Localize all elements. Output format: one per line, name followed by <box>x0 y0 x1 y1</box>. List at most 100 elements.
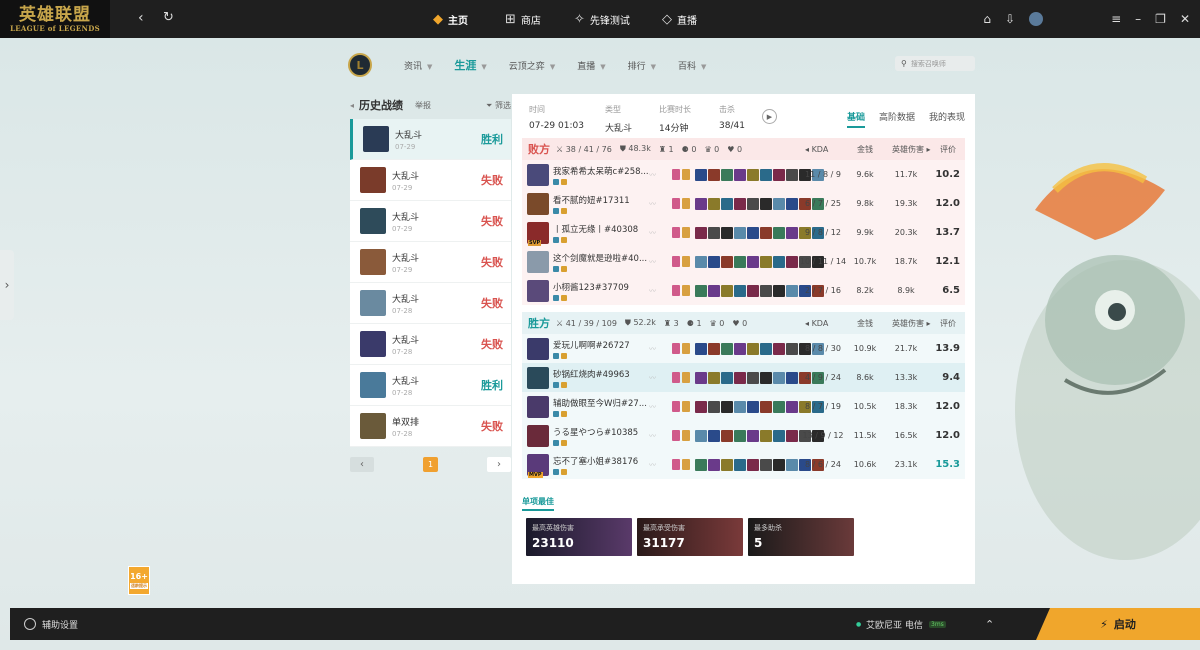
spell-icon[interactable] <box>682 169 690 180</box>
rune-icon[interactable] <box>672 285 680 296</box>
item-icon[interactable] <box>773 226 785 239</box>
champion-avatar[interactable] <box>527 250 549 273</box>
side-expand-button[interactable]: › <box>0 250 14 320</box>
champion-avatar[interactable] <box>527 395 549 418</box>
item-icon[interactable] <box>734 371 746 384</box>
item-icon[interactable] <box>786 400 798 413</box>
damage-header[interactable]: 英雄伤害 ▸ <box>892 318 931 329</box>
item-icon[interactable] <box>760 429 772 442</box>
item-icon[interactable] <box>721 429 733 442</box>
next-page-button[interactable]: › <box>487 456 511 472</box>
player-name[interactable]: 忘不了塞小姐#38176 <box>553 455 649 467</box>
item-icon[interactable] <box>708 168 720 181</box>
player-row[interactable]: 看不腻的妞#17311 〰 6 / 7 / 25 9.8k 19.3k 12.0 <box>522 189 965 218</box>
item-icon[interactable] <box>734 168 746 181</box>
item-icon[interactable] <box>773 255 785 268</box>
item-icon[interactable] <box>786 458 798 471</box>
download-icon[interactable]: ⇩ <box>1005 12 1015 26</box>
player-name[interactable]: 丨孤立无缘丨#40308 <box>553 223 649 235</box>
item-icon[interactable] <box>734 429 746 442</box>
champion-avatar[interactable] <box>527 279 549 302</box>
item-icon[interactable] <box>760 342 772 355</box>
player-name[interactable]: 辅助做眼至今W归#27... <box>553 397 649 409</box>
player-row[interactable]: MVP 忘不了塞小姐#38176 〰 8 / 6 / 24 10.6k 23.1… <box>522 450 965 479</box>
match-list-item[interactable]: 单双排 07-28 失败 <box>350 406 511 447</box>
lol-emblem-icon[interactable]: L <box>348 53 372 77</box>
filter-button[interactable]: ⏷ 筛选 <box>486 100 511 111</box>
item-icon[interactable] <box>734 284 746 297</box>
player-name[interactable]: 砂锅红烧肉#49963 <box>553 368 649 380</box>
tab-my-performance[interactable]: 我的表现 <box>929 110 965 128</box>
item-icon[interactable] <box>708 400 720 413</box>
champion-avatar[interactable] <box>527 337 549 360</box>
spell-icon[interactable] <box>682 227 690 238</box>
champion-avatar[interactable] <box>527 366 549 389</box>
nav-test[interactable]: ✧ 先锋测试 <box>574 0 630 38</box>
player-row[interactable]: 爱玩儿啊啊#26727 〰 8 / 8 / 30 10.9k 21.7k 13.… <box>522 334 965 363</box>
item-icon[interactable] <box>747 342 759 355</box>
rune-icon[interactable] <box>672 372 680 383</box>
minimize-icon[interactable]: – <box>1135 12 1141 26</box>
item-icon[interactable] <box>760 168 772 181</box>
match-list-item[interactable]: 大乱斗 07-28 失败 <box>350 324 511 365</box>
item-icon[interactable] <box>721 342 733 355</box>
nav-live[interactable]: ◇ 直播 <box>662 0 697 38</box>
item-icon[interactable] <box>721 458 733 471</box>
item-icon[interactable] <box>695 197 707 210</box>
secnav-live[interactable]: 直播 ▼ <box>577 59 605 72</box>
server-name[interactable]: 艾欧尼亚 电信 <box>866 618 923 631</box>
restore-icon[interactable]: ❐ <box>1155 12 1166 26</box>
chevron-up-icon[interactable]: ⌃ <box>985 618 994 631</box>
item-icon[interactable] <box>773 371 785 384</box>
item-icon[interactable] <box>773 429 785 442</box>
avatar[interactable] <box>1029 12 1044 26</box>
tab-basic[interactable]: 基础 <box>846 110 865 128</box>
item-icon[interactable] <box>760 458 772 471</box>
item-icon[interactable] <box>695 226 707 239</box>
rune-icon[interactable] <box>672 343 680 354</box>
item-icon[interactable] <box>747 226 759 239</box>
item-icon[interactable] <box>734 226 746 239</box>
player-name[interactable]: うる星やつら#10385 <box>553 426 649 438</box>
item-icon[interactable] <box>747 400 759 413</box>
item-icon[interactable] <box>747 371 759 384</box>
secnav-rank[interactable]: 排行 ▼ <box>628 59 656 72</box>
item-icon[interactable] <box>695 284 707 297</box>
player-name[interactable]: 这个剑魔就是逊啦#40... <box>553 252 649 264</box>
rune-icon[interactable] <box>672 169 680 180</box>
item-icon[interactable] <box>708 255 720 268</box>
spell-icon[interactable] <box>682 343 690 354</box>
item-icon[interactable] <box>695 255 707 268</box>
start-button[interactable]: ⚡ 启动 <box>1036 608 1200 640</box>
item-icon[interactable] <box>695 342 707 355</box>
item-icon[interactable] <box>760 197 772 210</box>
item-icon[interactable] <box>708 284 720 297</box>
item-icon[interactable] <box>786 284 798 297</box>
player-row[interactable]: 辅助做眼至今W归#27... 〰 8 / 7 / 19 10.5k 18.3k … <box>522 392 965 421</box>
player-row[interactable]: うる星やつら#10385 〰 13 / 9 / 12 11.5k 16.5k 1… <box>522 421 965 450</box>
item-icon[interactable] <box>721 168 733 181</box>
spell-icon[interactable] <box>682 459 690 470</box>
item-icon[interactable] <box>721 226 733 239</box>
item-icon[interactable] <box>773 284 785 297</box>
spell-icon[interactable] <box>682 372 690 383</box>
match-list-item[interactable]: 大乱斗 07-29 胜利 <box>350 119 511 160</box>
item-icon[interactable] <box>708 342 720 355</box>
match-list-item[interactable]: 大乱斗 07-29 失败 <box>350 201 511 242</box>
refresh-icon[interactable]: ↻ <box>163 10 174 25</box>
player-row[interactable]: 这个剑魔就是逊啦#40... 〰 10 / 11 / 14 10.7k 18.7… <box>522 247 965 276</box>
item-icon[interactable] <box>695 400 707 413</box>
item-icon[interactable] <box>708 429 720 442</box>
item-icon[interactable] <box>734 400 746 413</box>
player-row[interactable]: 我家希希太呆萌c#258... 〰 11 / 8 / 9 9.6k 11.7k … <box>522 160 965 189</box>
item-icon[interactable] <box>708 226 720 239</box>
item-icon[interactable] <box>721 255 733 268</box>
prev-page-button[interactable]: ‹ <box>350 456 374 472</box>
item-icon[interactable] <box>747 284 759 297</box>
secnav-news[interactable]: 资讯 ▼ <box>404 59 432 72</box>
spell-icon[interactable] <box>682 198 690 209</box>
player-name[interactable]: 爱玩儿啊啊#26727 <box>553 339 649 351</box>
item-icon[interactable] <box>786 371 798 384</box>
player-row[interactable]: 砂锅红烧肉#49963 〰 4 / 9 / 24 8.6k 13.3k 9.4 <box>522 363 965 392</box>
item-icon[interactable] <box>760 371 772 384</box>
